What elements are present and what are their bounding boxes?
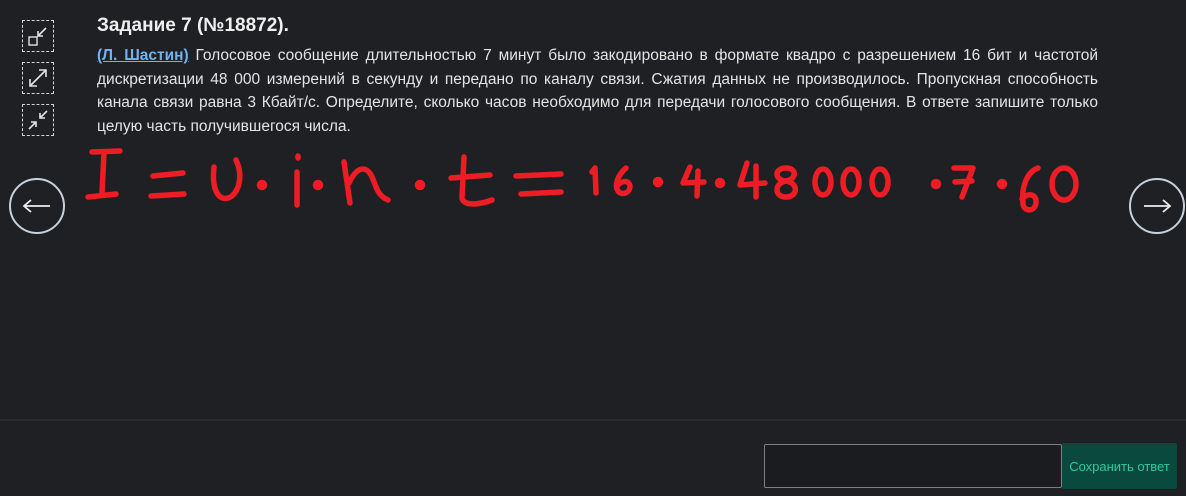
next-task-button[interactable] [1129, 178, 1185, 234]
footer-divider [0, 419, 1186, 421]
answer-input[interactable] [764, 444, 1062, 488]
previous-task-button[interactable] [9, 178, 65, 234]
save-answer-button[interactable]: Сохранить ответ [1062, 443, 1177, 489]
arrow-left-icon [22, 199, 50, 213]
handwritten-formula-drawing[interactable] [0, 0, 1186, 260]
arrow-right-icon [1144, 199, 1172, 213]
